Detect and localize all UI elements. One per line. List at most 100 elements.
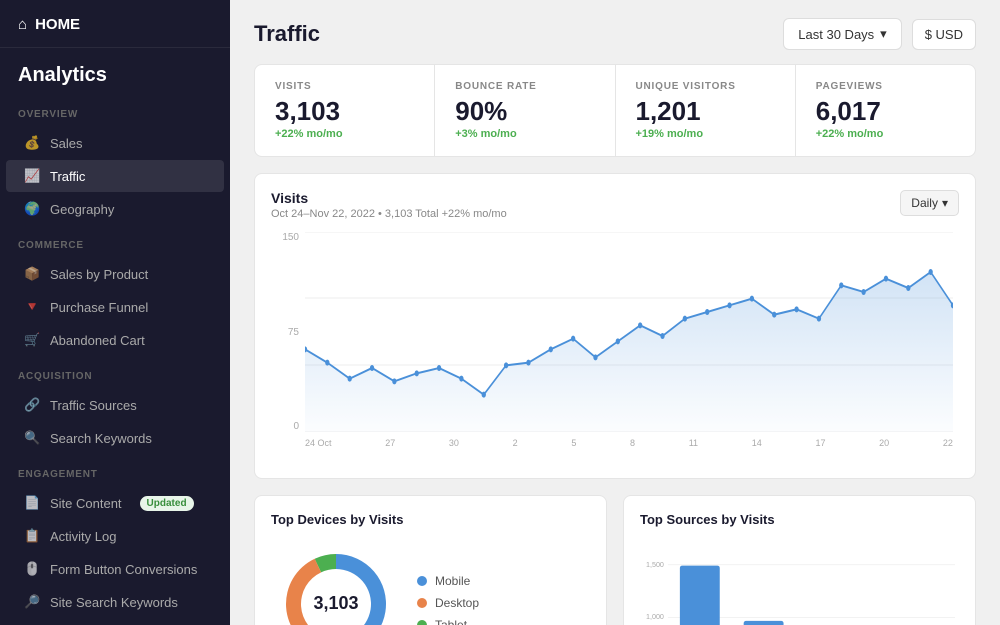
metric-label-visits: VISITS [275, 81, 414, 92]
svg-text:1,000: 1,000 [646, 613, 664, 621]
donut-svg-wrap: 3,103 [271, 539, 401, 625]
sidebar-logo-label: HOME [35, 16, 80, 33]
bar-direct [680, 566, 720, 625]
site-content-icon: 📄 [24, 495, 40, 511]
chart-title: Visits [271, 190, 507, 206]
sidebar-item-form-button[interactable]: 🖱️Form Button Conversions [6, 553, 224, 585]
sidebar-item-purchase-funnel[interactable]: 🔻Purchase Funnel [6, 291, 224, 323]
traffic-icon: 📈 [24, 168, 40, 184]
metric-value-unique-visitors: 1,201 [636, 98, 775, 124]
chart-dot [415, 370, 419, 376]
chart-dot [549, 346, 553, 352]
date-range-button[interactable]: Last 30 Days ▾ [783, 18, 901, 50]
site-content-label: Site Content [50, 496, 122, 511]
bar-google [744, 621, 784, 625]
chart-dot [459, 376, 463, 382]
chart-dot [906, 285, 910, 291]
chart-dot [861, 289, 865, 295]
legend-label-tablet: Tablet [435, 618, 467, 625]
sidebar-item-geography[interactable]: 🌍 Geography [6, 193, 224, 225]
chart-period-label: Daily [911, 196, 938, 210]
metric-pageviews: PAGEVIEWS 6,017 +22% mo/mo [796, 65, 975, 156]
sidebar-item-sales-by-product[interactable]: 📦 Sales by Product [6, 258, 224, 290]
y-label: 75 [271, 327, 299, 338]
site-content-badge: Updated [140, 496, 194, 511]
currency-label: $ USD [925, 27, 963, 42]
x-label: 20 [879, 438, 889, 448]
chart-header: Visits Oct 24–Nov 22, 2022 • 3,103 Total… [271, 190, 959, 220]
chart-dot [884, 276, 888, 282]
chevron-down-icon: ▾ [880, 26, 887, 42]
sales-by-product-label: Sales by Product [50, 267, 148, 282]
sidebar-item-traffic-sources[interactable]: 🔗Traffic Sources [6, 389, 224, 421]
sales-label: Sales [50, 136, 83, 151]
main-content: Traffic Last 30 Days ▾ $ USD VISITS 3,10… [230, 0, 1000, 625]
analytics-title: Analytics [0, 48, 230, 95]
metric-change-bounce-rate: +3% mo/mo [455, 128, 594, 140]
chart-dot [370, 365, 374, 371]
legend-label-mobile: Mobile [435, 574, 470, 588]
x-label: 14 [752, 438, 762, 448]
legend-dot-tablet [417, 620, 427, 625]
chart-dot [526, 360, 530, 366]
geography-label: Geography [50, 202, 114, 217]
chart-dot [683, 316, 687, 322]
legend-label-desktop: Desktop [435, 596, 479, 610]
sidebar-item-sales[interactable]: 💰Sales [6, 127, 224, 159]
sidebar-item-site-content[interactable]: 📄 Site Content Updated [6, 487, 224, 519]
sidebar-logo[interactable]: ⌂ HOME [0, 0, 230, 48]
sidebar-item-traffic[interactable]: 📈Traffic [6, 160, 224, 192]
chart-dot [392, 378, 396, 384]
chart-dot [593, 354, 597, 360]
metric-value-bounce-rate: 90% [455, 98, 594, 124]
geography-icon: 🌍 [24, 201, 40, 217]
site-search-label: Site Search Keywords [50, 595, 178, 610]
top-devices-title: Top Devices by Visits [271, 512, 590, 527]
sidebar-section-engagement: ENGAGEMENT [0, 455, 230, 486]
sales-by-product-icon: 📦 [24, 266, 40, 282]
form-button-label: Form Button Conversions [50, 562, 197, 577]
top-sources-title: Top Sources by Visits [640, 512, 959, 527]
sidebar: ⌂ HOME Analytics OVERVIEW💰Sales📈Traffic🌍… [0, 0, 230, 625]
main-header: Traffic Last 30 Days ▾ $ USD [230, 0, 1000, 64]
donut-legend: Mobile Desktop Tablet [417, 574, 590, 625]
chart-dot [750, 296, 754, 302]
legend-item-tablet: Tablet [417, 618, 590, 625]
chart-dot [727, 302, 731, 308]
chevron-down-icon: ▾ [942, 196, 948, 210]
abandoned-cart-icon: 🛒 [24, 332, 40, 348]
top-sources-card: Top Sources by Visits 1,500 1,000 0 Dire… [623, 495, 976, 625]
legend-dot-mobile [417, 576, 427, 586]
chart-header-left: Visits Oct 24–Nov 22, 2022 • 3,103 Total… [271, 190, 507, 220]
chart-dot [794, 306, 798, 312]
svg-text:1,500: 1,500 [646, 561, 664, 569]
chart-dot [839, 282, 843, 288]
sidebar-item-activity-log[interactable]: 📋Activity Log [6, 520, 224, 552]
x-label: 8 [630, 438, 635, 448]
sidebar-item-site-search[interactable]: 🔎Site Search Keywords [6, 586, 224, 618]
sidebar-item-abandoned-cart[interactable]: 🛒 Abandoned Cart [6, 324, 224, 356]
chart-dot [660, 333, 664, 339]
line-chart-container: 150750 24 Oct2730258111417202 [271, 232, 959, 462]
chart-dot [482, 392, 486, 398]
header-controls: Last 30 Days ▾ $ USD [783, 18, 976, 50]
x-label: 24 Oct [305, 438, 332, 448]
chart-dot [705, 309, 709, 315]
chart-period-button[interactable]: Daily ▾ [900, 190, 959, 216]
search-keywords-icon: 🔍 [24, 430, 40, 446]
chart-y-labels: 150750 [271, 232, 299, 432]
x-label: 5 [571, 438, 576, 448]
abandoned-cart-label: Abandoned Cart [50, 333, 145, 348]
metric-change-unique-visitors: +19% mo/mo [636, 128, 775, 140]
currency-button[interactable]: $ USD [912, 19, 976, 50]
chart-dot [638, 322, 642, 328]
chart-subtitle: Oct 24–Nov 22, 2022 • 3,103 Total +22% m… [271, 208, 507, 220]
sidebar-item-search-keywords[interactable]: 🔍Search Keywords [6, 422, 224, 454]
top-devices-card: Top Devices by Visits 3,103 Mobile Deskt… [254, 495, 607, 625]
legend-dot-desktop [417, 598, 427, 608]
chart-dot [772, 312, 776, 318]
metric-bounce-rate: BOUNCE RATE 90% +3% mo/mo [435, 65, 615, 156]
metric-change-pageviews: +22% mo/mo [816, 128, 955, 140]
x-label: 27 [385, 438, 395, 448]
x-label: 30 [449, 438, 459, 448]
